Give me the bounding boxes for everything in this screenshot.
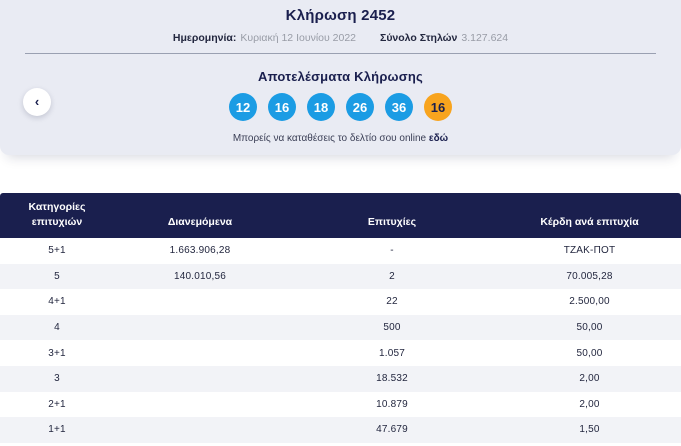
- draw-meta: Ημερομηνία: Κυριακή 12 Ιουνίου 2022 Σύνο…: [0, 32, 681, 44]
- column-header: Κέρδη ανά επιτυχία: [540, 216, 639, 229]
- cell-prize: 2,00: [579, 398, 600, 410]
- column-header: Επιτυχίες: [367, 216, 417, 229]
- cell-prize: 1,50: [579, 424, 600, 436]
- cell-distributed: 1.663.906,28: [169, 245, 231, 257]
- cell-category: 2+1: [48, 398, 66, 410]
- columns-label: Σύνολο Στηλών: [380, 32, 458, 44]
- table-row: 4+1 22 2.500,00: [0, 289, 681, 315]
- drawn-number-ball: 18: [307, 93, 335, 121]
- cell-category: 5: [54, 270, 60, 282]
- lottery-results-page: Κλήρωση 2452 Ημερομηνία: Κυριακή 12 Ιουν…: [0, 0, 681, 446]
- date-value: Κυριακή 12 Ιουνίου 2022: [240, 32, 357, 44]
- chevron-left-icon: ‹: [34, 94, 40, 109]
- table-body: 5+1 1.663.906,28 - ΤΖΑΚ-ΠΟΤ 5 140.010,56 2 70.0…: [0, 238, 681, 443]
- drawn-number-ball: 12: [229, 93, 257, 121]
- table-header-row: Κατηγορίες επιτυχιών Διανεμόμενα Επιτυχίες…: [0, 193, 681, 238]
- cell-distributed: [114, 315, 286, 341]
- column-header: Διανεμόμενα: [167, 216, 233, 229]
- cell-category: 4: [54, 322, 60, 334]
- drawn-numbers: 12 16 18 26 36 16: [0, 93, 681, 121]
- cell-category: 3+1: [48, 347, 66, 359]
- results-title: Αποτελέσματα Κλήρωσης: [258, 69, 423, 84]
- online-here-link[interactable]: εδώ: [429, 133, 448, 144]
- draw-title: Κλήρωση 2452: [285, 7, 396, 24]
- joker-number-ball: 16: [424, 93, 452, 121]
- cell-distributed: 140.010,56: [173, 270, 227, 282]
- cell-distributed: [114, 392, 286, 418]
- cell-distributed: [114, 340, 286, 366]
- cell-prize: 2.500,00: [569, 296, 610, 308]
- cell-wins: 10.879: [376, 398, 408, 410]
- date-label: Ημερομηνία:: [172, 32, 237, 44]
- table-row: 2+1 10.879 2,00: [0, 391, 681, 418]
- cell-prize: 50,00: [576, 322, 603, 334]
- cell-wins: 22: [386, 296, 398, 308]
- cell-prize: 2,00: [579, 373, 600, 385]
- previous-draw-button[interactable]: ‹: [23, 88, 51, 116]
- cell-category: 5+1: [48, 245, 66, 257]
- cell-wins: 500: [383, 322, 401, 334]
- columns-value: 3.127.624: [461, 32, 509, 44]
- cell-wins: -: [390, 245, 394, 257]
- cell-wins: 1.057: [378, 347, 406, 359]
- cell-distributed: [114, 366, 286, 392]
- cell-wins: 47.679: [376, 424, 408, 436]
- total-columns: Σύνολο Στηλών 3.127.624: [380, 32, 508, 44]
- column-header: Κατηγορίες επιτυχιών: [28, 200, 86, 229]
- table-row: 5+1 1.663.906,28 - ΤΖΑΚ-ΠΟΤ: [0, 238, 681, 264]
- cell-prize: ΤΖΑΚ-ΠΟΤ: [563, 245, 616, 257]
- draw-date: Ημερομηνία: Κυριακή 12 Ιουνίου 2022: [173, 32, 356, 44]
- cell-wins: 2: [389, 270, 395, 282]
- cell-prize: 50,00: [576, 347, 603, 359]
- cell-distributed: [114, 289, 286, 315]
- cell-category: 3: [54, 373, 60, 385]
- online-text: Μπορείς να καταθέσεις το δελτίο σου onli…: [232, 133, 427, 144]
- cell-category: 1+1: [48, 424, 66, 436]
- table-row: 5 140.010,56 2 70.005,28: [0, 263, 681, 290]
- table-row: 4 500 50,00: [0, 314, 681, 341]
- table-row: 1+1 47.679 1,50: [0, 417, 681, 443]
- drawn-number-ball: 16: [268, 93, 296, 121]
- cell-prize: 70.005,28: [566, 270, 613, 282]
- drawn-number-ball: 26: [346, 93, 374, 121]
- cell-category: 4+1: [48, 296, 66, 308]
- cell-distributed: [114, 417, 286, 443]
- table-row: 3+1 1.057 50,00: [0, 340, 681, 366]
- cell-wins: 18.532: [376, 373, 408, 385]
- draw-info-panel: Κλήρωση 2452 Ημερομηνία: Κυριακή 12 Ιουν…: [0, 0, 681, 155]
- online-submit-line: Μπορείς να καταθέσεις το δελτίο σου onli…: [0, 133, 681, 144]
- drawn-number-ball: 36: [385, 93, 413, 121]
- winnings-table: Κατηγορίες επιτυχιών Διανεμόμενα Επιτυχίες…: [0, 193, 681, 443]
- table-row: 3 18.532 2,00: [0, 365, 681, 392]
- header-divider: [25, 53, 656, 54]
